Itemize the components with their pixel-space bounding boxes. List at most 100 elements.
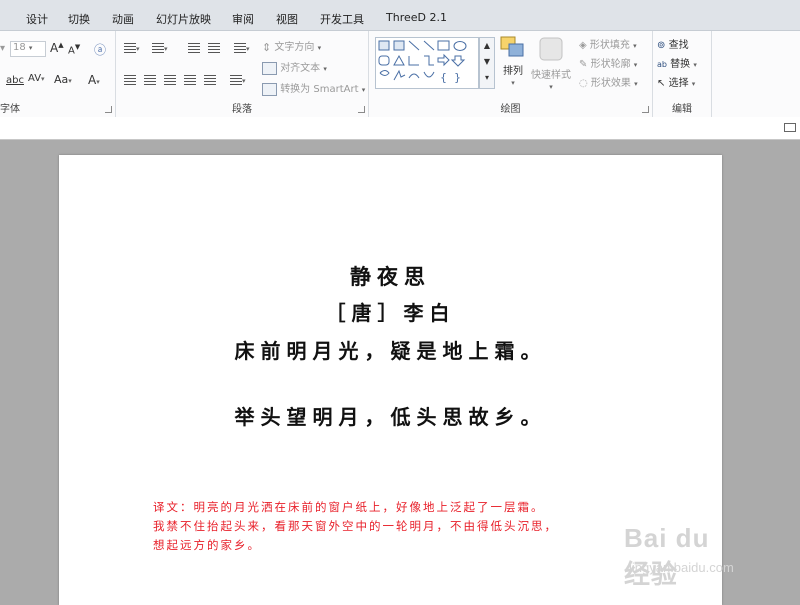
tab-developer[interactable]: 开发工具 xyxy=(320,11,364,27)
replace-label: 替换 xyxy=(670,59,691,70)
bullets-button[interactable]: ▾ xyxy=(124,43,140,54)
shrink-font-icon: A xyxy=(68,45,75,57)
align-text-button[interactable]: 对齐文本 ▾ xyxy=(262,59,327,75)
align-center-icon xyxy=(144,75,156,85)
quick-styles-label: 快速样式 xyxy=(531,70,571,81)
pen-icon: ✎ xyxy=(579,58,588,70)
shape-gallery-scroll[interactable]: ▲ ▼ ▾ xyxy=(479,37,495,89)
font-dialog-launcher-icon[interactable] xyxy=(105,106,112,113)
translation-text[interactable]: 译文：明亮的月光洒在床前的窗户纸上，好像地上泛起了一层霜。 我禁不住抬起头来，看… xyxy=(153,498,693,555)
paragraph-group-label: 段落 xyxy=(232,104,252,115)
text-direction-button[interactable]: ⇕ 文字方向 ▾ xyxy=(262,38,321,54)
paragraph-dialog-launcher-icon[interactable] xyxy=(358,106,365,113)
decrease-indent-button[interactable] xyxy=(188,43,200,54)
shape-fill-label: 形状填充 xyxy=(589,40,630,51)
select-button[interactable]: ↖ 选择 ▾ xyxy=(657,74,695,90)
justify-button[interactable] xyxy=(184,75,196,86)
drawing-group-label: 绘图 xyxy=(500,104,521,115)
drawing-dialog-launcher-icon[interactable] xyxy=(642,106,649,113)
font-group-label: 字体 xyxy=(0,104,20,115)
shape-fill-button[interactable]: ◈ 形状填充 ▾ xyxy=(579,36,637,52)
replace-icon: ab xyxy=(657,59,667,69)
line-spacing-button[interactable]: ▾ xyxy=(234,43,250,54)
poem-line-2[interactable]: 举头望明月，低头思故乡。 xyxy=(59,401,722,430)
shapes-icon: { } xyxy=(378,40,467,84)
paint-bucket-icon: ◈ xyxy=(579,39,587,51)
shape-effects-label: 形状效果 xyxy=(590,78,631,89)
bullets-icon xyxy=(124,43,136,53)
shape-gallery[interactable]: { } xyxy=(375,37,479,89)
tab-view[interactable]: 视图 xyxy=(276,11,298,27)
text-direction-label: 文字方向 xyxy=(274,42,315,53)
shadow-abc-button[interactable]: abc xyxy=(6,75,24,86)
editing-group: ⊚ 查找 ab 替换 ▾ ↖ 选择 ▾ 编辑 xyxy=(653,31,712,117)
increase-indent-button[interactable] xyxy=(208,43,220,54)
align-right-button[interactable] xyxy=(164,75,176,86)
tab-design[interactable]: 设计 xyxy=(26,11,48,27)
tab-threed[interactable]: ThreeD 2.1 xyxy=(386,11,447,24)
align-center-button[interactable] xyxy=(144,75,156,86)
translation-line-3: 想起远方的家乡。 xyxy=(153,538,261,552)
clear-format-icon[interactable]: ⓐ xyxy=(94,41,106,58)
shape-outline-label: 形状轮廓 xyxy=(590,59,631,70)
poem-author[interactable]: ［唐］李白 xyxy=(59,297,722,326)
watermark-logo: Bai du 经验 xyxy=(624,523,710,589)
font-size-box[interactable]: 18 ▾ xyxy=(10,41,46,57)
select-label: 选择 xyxy=(668,78,689,89)
find-button[interactable]: ⊚ 查找 xyxy=(657,36,689,52)
distribute-icon xyxy=(204,75,216,85)
align-left-icon xyxy=(124,75,136,85)
watermark-url: jingyan.baidu.com xyxy=(629,560,734,575)
shrink-font-button[interactable]: A▼ xyxy=(68,43,80,56)
convert-smartart-button[interactable]: 转换为 SmartArt ▾ xyxy=(262,80,365,96)
paragraph-group: ▾ ▾ ▾ ▾ ⇕ 文字方向 ▾ 对齐文本 ▾ 转换为 SmartArt ▾ 段… xyxy=(116,31,369,117)
columns-button[interactable]: ▾ xyxy=(230,75,246,86)
grow-font-button[interactable]: A▲ xyxy=(50,41,64,55)
justify-icon xyxy=(184,75,196,85)
quick-styles-icon xyxy=(539,37,563,61)
tab-animations[interactable]: 动画 xyxy=(112,11,134,27)
grow-font-icon: A xyxy=(50,41,59,55)
poem-title[interactable]: 静夜思 xyxy=(59,261,722,291)
ribbon-tab-bar: 设计 切换 动画 幻灯片放映 审阅 视图 开发工具 ThreeD 2.1 xyxy=(0,6,800,30)
change-case-button[interactable]: Aa▾ xyxy=(54,73,72,86)
binoculars-icon: ⊚ xyxy=(657,39,666,51)
align-left-button[interactable] xyxy=(124,75,136,86)
align-text-icon xyxy=(262,61,277,75)
replace-button[interactable]: ab 替换 ▾ xyxy=(657,55,697,70)
convert-smartart-label: 转换为 SmartArt xyxy=(280,84,359,95)
slide[interactable]: 静夜思 ［唐］李白 床前明月光，疑是地上霜。 举头望明月，低头思故乡。 译文：明… xyxy=(59,155,734,605)
drawing-group: { } ▲ ▼ ▾ 排列 ▾ 快速样式 ▾ ◈ 形状填充 ▾ ✎ 形状轮廓 ▾ ◌ 形状… xyxy=(369,31,653,117)
arrange-label: 排列 xyxy=(503,66,523,77)
arrange-button[interactable]: 排列 ▾ xyxy=(499,35,527,88)
quick-styles-button[interactable]: 快速样式 ▾ xyxy=(531,35,571,92)
shape-effects-button[interactable]: ◌ 形状效果 ▾ xyxy=(579,74,638,90)
shape-outline-button[interactable]: ✎ 形状轮廓 ▾ xyxy=(579,55,637,71)
ruler-toggle-icon[interactable] xyxy=(784,123,796,132)
numbering-icon xyxy=(152,43,164,53)
translation-line-2: 我禁不住抬起头来，看那天窗外空中的一轮明月，不由得低头沉思， xyxy=(153,519,558,533)
slide-canvas: 静夜思 ［唐］李白 床前明月光，疑是地上霜。 举头望明月，低头思故乡。 译文：明… xyxy=(0,140,800,605)
distribute-button[interactable] xyxy=(204,75,216,86)
tab-slideshow[interactable]: 幻灯片放映 xyxy=(156,11,211,27)
line-spacing-icon xyxy=(234,43,246,53)
editing-group-label: 编辑 xyxy=(672,104,692,115)
font-color-icon: A xyxy=(88,73,97,87)
tab-review[interactable]: 审阅 xyxy=(232,11,254,27)
decrease-indent-icon xyxy=(188,43,200,53)
text-direction-icon: ⇕ xyxy=(262,40,272,54)
font-color-button[interactable]: A▾ xyxy=(88,73,100,87)
poem-line-1[interactable]: 床前明月光，疑是地上霜。 xyxy=(59,335,722,364)
tab-transitions[interactable]: 切换 xyxy=(68,11,90,27)
find-label: 查找 xyxy=(668,40,689,51)
char-spacing-button[interactable]: AV▾ xyxy=(28,73,45,84)
effects-icon: ◌ xyxy=(579,77,588,89)
columns-icon xyxy=(230,75,242,85)
numbering-button[interactable]: ▾ xyxy=(152,43,168,54)
char-spacing-icon: AV xyxy=(28,73,42,84)
cursor-arrow-icon: ↖ xyxy=(657,77,666,89)
smartart-icon xyxy=(262,82,277,96)
align-right-icon xyxy=(164,75,176,85)
font-size-value: 18 xyxy=(13,42,26,53)
increase-indent-icon xyxy=(208,43,220,53)
